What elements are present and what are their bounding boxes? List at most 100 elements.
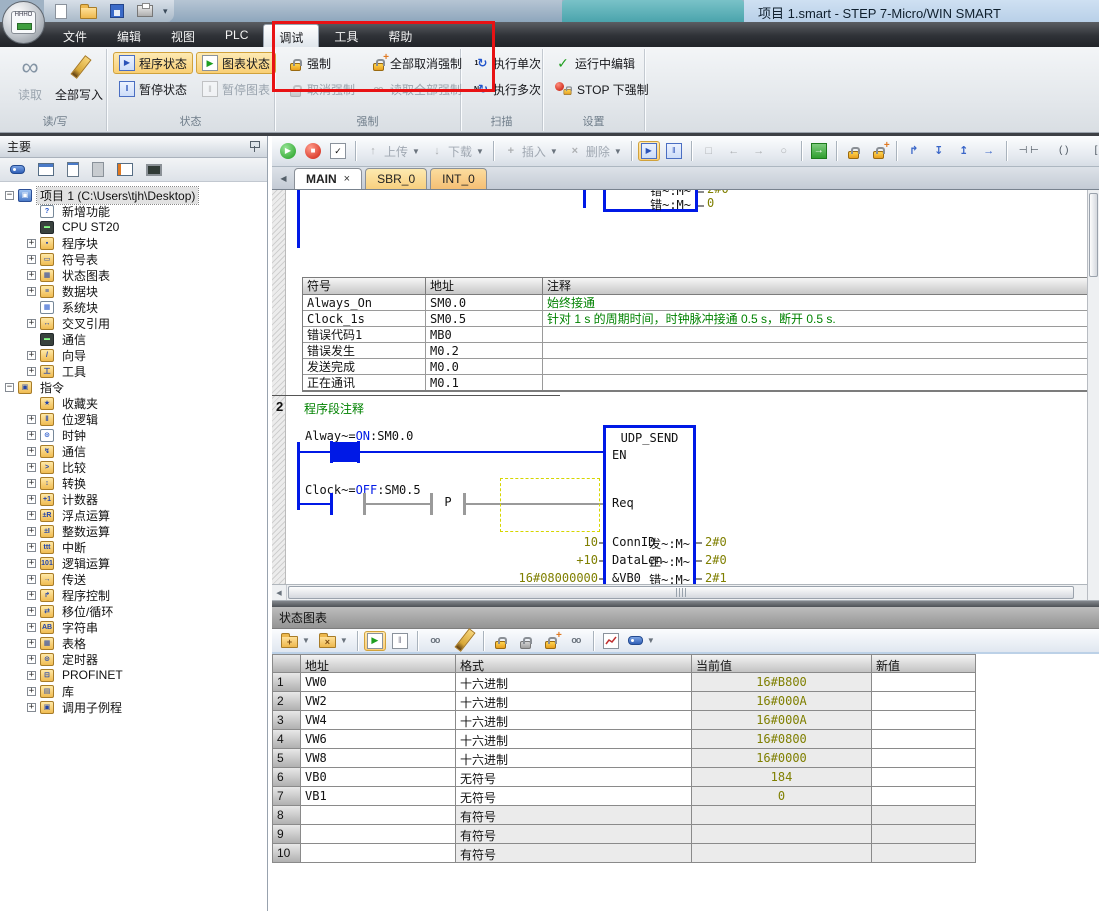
minus-expander-icon[interactable]: − [5,191,14,200]
tree-item-17[interactable]: +>比较 [0,459,267,475]
address-cell[interactable] [301,825,456,844]
open-folder-button[interactable] [77,2,100,21]
status-table-row[interactable]: 3VW4十六进制16#000A [273,711,975,730]
stop-force-button[interactable]: STOP 下强制 [549,78,655,100]
tree-item-25[interactable]: +↱程序控制 [0,587,267,603]
tree-item-18[interactable]: +↕转换 [0,475,267,491]
edit-run-button[interactable]: ✓运行中编辑 [549,52,655,74]
unforce-all-button[interactable]: + [868,141,890,161]
tree-item-9[interactable]: +▬通信 [0,331,267,347]
tree-item-2[interactable]: +▬CPU ST20 [0,219,267,235]
tree-item-21[interactable]: +±I整数运算 [0,523,267,539]
new-value-cell[interactable] [872,825,976,844]
horizontal-scrollbar[interactable]: ◀ [272,584,1087,600]
pause-status-button[interactable]: ‖暂停状态 [113,78,193,100]
new-value-cell[interactable] [872,692,976,711]
tree-item-3[interactable]: +▪程序块 [0,235,267,251]
menu-item-2[interactable]: 视图 [156,24,210,47]
format-cell[interactable]: 无符号 [456,787,692,806]
status-table-row[interactable]: 8有符号 [273,806,975,825]
new-value-cell[interactable] [872,806,976,825]
plus-expander-icon[interactable]: + [27,591,36,600]
prev-bookmark-button[interactable]: ← [723,141,745,161]
tab-sbr_0[interactable]: SBR_0 [365,168,427,189]
dropdown-arrow-icon[interactable]: ▼ [302,636,310,645]
dropdown-arrow-icon[interactable]: ▼ [340,636,348,645]
chart-status-pause-button[interactable]: ‖ [389,631,411,651]
plus-expander-icon[interactable]: + [27,239,36,248]
compile-button[interactable]: ✓ [327,141,349,161]
run-button[interactable]: ▶ [277,141,299,161]
plus-expander-icon[interactable]: + [27,479,36,488]
unforce-all-button[interactable]: + [540,631,562,651]
plus-expander-icon[interactable]: + [27,447,36,456]
contact-powered-fill[interactable] [333,442,357,462]
status-table-row[interactable]: 6VB0无符号184 [273,768,975,787]
box-button[interactable]: [ ] [1083,141,1099,161]
address-cell[interactable]: VW6 [301,730,456,749]
bookmark-button[interactable]: □ [698,141,720,161]
status-table-row[interactable]: 9有符号 [273,825,975,844]
status-table-row[interactable]: 2VW2十六进制16#000A [273,692,975,711]
write-button[interactable] [449,624,477,658]
menu-item-0[interactable]: 文件 [48,24,102,47]
format-cell[interactable]: 有符号 [456,806,692,825]
plus-expander-icon[interactable]: + [27,463,36,472]
chart-view-button[interactable] [35,161,57,178]
plus-expander-icon[interactable]: + [27,671,36,680]
branch-up-button[interactable]: ↥ [953,141,975,161]
new-value-cell[interactable] [872,711,976,730]
plus-expander-icon[interactable]: + [27,415,36,424]
chart-status-button[interactable]: ▶图表状态 [196,52,276,74]
tree-item-6[interactable]: +≡数据块 [0,283,267,299]
print-button[interactable] [134,3,156,19]
program-status-button[interactable]: ▶程序状态 [113,52,193,74]
plus-expander-icon[interactable]: + [27,607,36,616]
branch-down-button[interactable]: ↧ [928,141,950,161]
tree-item-10[interactable]: +/向导 [0,347,267,363]
format-cell[interactable]: 十六进制 [456,673,692,692]
symbol-view-button[interactable] [7,163,28,176]
pin-icon[interactable] [249,140,260,153]
coil-button[interactable]: ( ) [1048,141,1080,161]
plus-expander-icon[interactable]: + [27,255,36,264]
tree-item-13[interactable]: +★收藏夹 [0,395,267,411]
goto-table-button[interactable]: → [808,141,830,161]
tree-item-15[interactable]: +⊙时钟 [0,427,267,443]
insert-row-button[interactable]: +▼ [278,631,313,650]
tree-item-11[interactable]: +工工具 [0,363,267,379]
format-cell[interactable]: 十六进制 [456,711,692,730]
pencil-button[interactable]: 全部写入 [56,53,102,103]
stop-button[interactable]: ■ [302,141,324,161]
insert-button[interactable]: +插入▼ [500,141,561,162]
datablock-view-button[interactable] [64,160,82,179]
plus-expander-icon[interactable]: + [27,495,36,504]
status-table-row[interactable]: 1VW0十六进制16#B800 [273,673,975,692]
tree-item-5[interactable]: +▦状态图表 [0,267,267,283]
upload-button[interactable]: ↑上传▼ [362,141,423,162]
close-tab-icon[interactable]: × [344,173,350,185]
menu-item-3[interactable]: PLC [210,24,263,47]
clear-bookmarks-button[interactable]: ○ [773,141,795,161]
next-bookmark-button[interactable]: → [748,141,770,161]
force-button[interactable] [490,631,512,651]
panel-separator[interactable] [272,600,1099,607]
force-button[interactable] [843,141,865,161]
selection-cursor[interactable] [500,478,600,532]
new-value-cell[interactable] [872,673,976,692]
tree-item-19[interactable]: ++1计数器 [0,491,267,507]
block-title[interactable]: UDP_SEND [603,431,696,445]
qat-menu-icon[interactable]: ▾ [163,6,168,17]
chart-status-run-button[interactable]: ▶ [364,631,386,651]
plus-expander-icon[interactable]: + [27,271,36,280]
tree-item-8[interactable]: +↔交叉引用 [0,315,267,331]
tree-item-32[interactable]: +▣调用子例程 [0,699,267,715]
unforce-button[interactable] [515,631,537,651]
address-cell[interactable]: VW0 [301,673,456,692]
dropdown-arrow-icon[interactable]: ▼ [476,147,484,156]
branch-corner-button[interactable]: ↱ [903,141,925,161]
address-cell[interactable]: VW4 [301,711,456,730]
tree-item-30[interactable]: +⊟PROFINET [0,667,267,683]
trend-view-button[interactable] [600,631,622,651]
scroll-left-arrow-icon[interactable]: ◀ [272,585,287,600]
